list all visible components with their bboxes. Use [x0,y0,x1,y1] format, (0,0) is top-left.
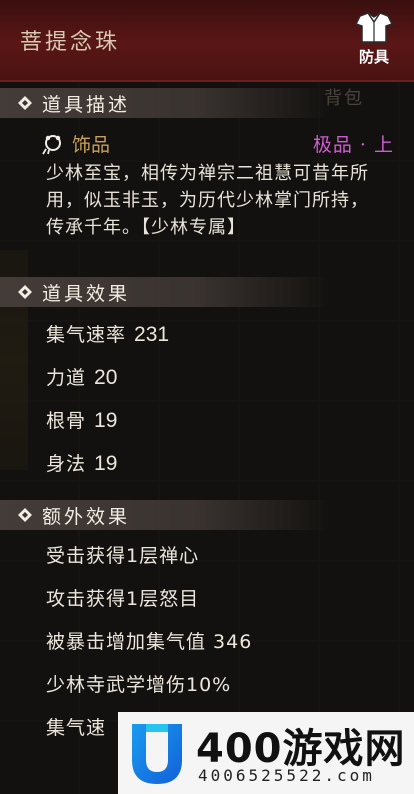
stat-value: 19 [94,452,118,475]
item-description: 少林至宝，相传为禅宗二祖慧可昔年所用，似玉非玉，为历代少林掌门所持，传承千年。【… [46,163,369,238]
stat-row: 集气速率 231 [46,320,169,347]
item-grade: 极品 · 上 [312,134,394,156]
stat-name: 根骨 [46,410,87,432]
diamond-bullet-icon [17,507,33,523]
category-badge: 防具 [348,10,400,70]
item-name: 菩提念珠 [20,30,121,55]
section-effects-header: 道具效果 [0,277,330,307]
stat-value: 231 [134,323,170,346]
item-type-label: 饰品 [72,134,111,156]
category-label: 防具 [358,48,389,66]
title-bar: 菩提念珠 防具 [0,0,414,82]
section-effects-title: 道具效果 [42,282,131,305]
stat-name: 力道 [46,367,87,389]
stat-row: 身法 19 [46,449,117,476]
item-type-row: 饰品 [40,130,110,157]
section-extra-header: 额外效果 [0,500,330,530]
stat-value: 19 [94,409,118,432]
diamond-bullet-icon [17,95,33,111]
watermark-phone: 4006525522.com [198,766,375,785]
extra-effect-item: 攻击获得1层怒目 [46,588,200,610]
extra-effect-item: 受击获得1层禅心 [46,545,200,567]
watermark-logo-icon [132,724,182,784]
section-extra-title: 额外效果 [42,505,131,528]
extra-effect-item: 集气速 [46,717,107,739]
extra-effect-item: 被暴击增加集气值 346 [46,631,253,653]
stat-name: 集气速率 [46,324,127,346]
stat-row: 根骨 19 [46,406,117,433]
stat-row: 力道 20 [46,363,117,390]
stat-name: 身法 [46,453,87,475]
bead-icon [42,134,61,154]
section-description-header: 道具描述 [0,88,330,118]
section-description-title: 道具描述 [42,93,131,116]
extra-effect-item: 少林寺武学增伤10% [46,674,232,696]
bag-label: 背包 [324,88,364,109]
diamond-bullet-icon [17,284,33,300]
armor-icon [354,12,394,43]
item-tooltip-panel: 菩提念珠 防具 背包 道具描述 饰品 极品 · 上 少林至宝，相传为禅宗二祖慧可… [0,0,414,794]
stat-value: 20 [94,366,118,389]
watermark: 400游戏网 4006525522.com [118,712,414,794]
